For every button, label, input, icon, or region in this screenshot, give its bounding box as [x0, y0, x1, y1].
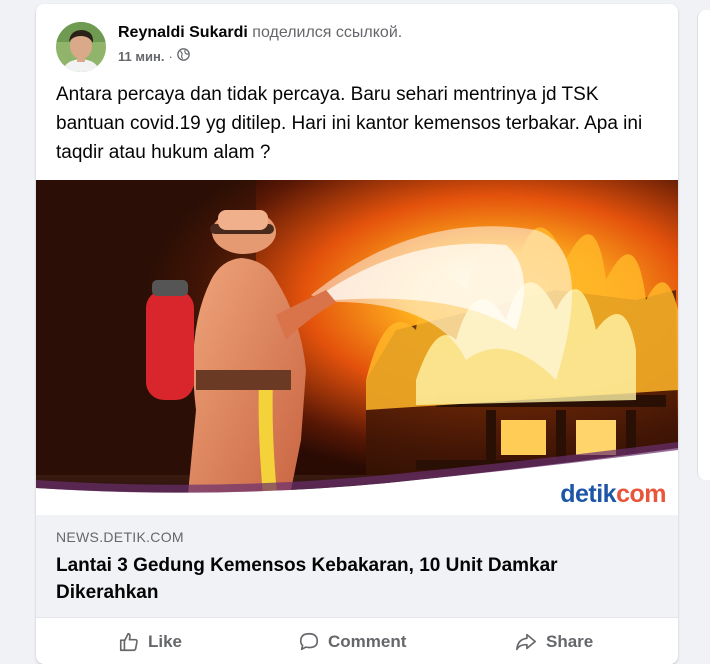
- avatar-photo: [56, 22, 106, 72]
- globe-icon[interactable]: [176, 48, 190, 64]
- detik-logo-main: detik: [560, 480, 617, 508]
- link-preview-image[interactable]: detikcom: [36, 180, 678, 515]
- post-meta: 11 мин. ·: [118, 48, 190, 64]
- post-actions: Like Comment Share: [36, 617, 678, 664]
- comment-button[interactable]: Comment: [298, 624, 406, 660]
- comment-label: Comment: [328, 632, 407, 651]
- like-button[interactable]: Like: [118, 624, 182, 660]
- author-line: Reynaldi Sukardi поделился ссылкой.: [118, 24, 402, 42]
- link-domain: NEWS.DETIK.COM: [56, 529, 184, 545]
- comment-icon: [298, 631, 320, 653]
- feed-post: Reynaldi Sukardi поделился ссылкой. 11 м…: [36, 4, 678, 664]
- like-label: Like: [148, 632, 183, 651]
- link-title[interactable]: Lantai 3 Gedung Kemensos Kebakaran, 10 U…: [56, 552, 646, 606]
- share-button[interactable]: Share: [514, 624, 593, 660]
- author-avatar[interactable]: [56, 22, 106, 72]
- share-icon: [514, 631, 538, 653]
- thumbs-up-icon: [118, 631, 140, 653]
- fire-illustration: [36, 180, 678, 515]
- detik-logo-suffix: com: [616, 480, 666, 508]
- post-action-text: поделился ссылкой.: [252, 24, 403, 41]
- post-timestamp[interactable]: 11 мин.: [118, 49, 164, 64]
- author-name[interactable]: Reynaldi Sukardi: [118, 24, 248, 41]
- detik-logo: detikcom: [560, 480, 666, 509]
- share-label: Share: [546, 632, 594, 651]
- post-text: Antara percaya dan tidak percaya. Baru s…: [56, 84, 643, 163]
- post-header: Reynaldi Sukardi поделился ссылкой. 11 м…: [36, 4, 678, 74]
- link-preview-meta[interactable]: NEWS.DETIK.COM Lantai 3 Gedung Kemensos …: [36, 515, 678, 617]
- right-side-panel: [697, 10, 710, 480]
- meta-separator: ·: [168, 48, 173, 64]
